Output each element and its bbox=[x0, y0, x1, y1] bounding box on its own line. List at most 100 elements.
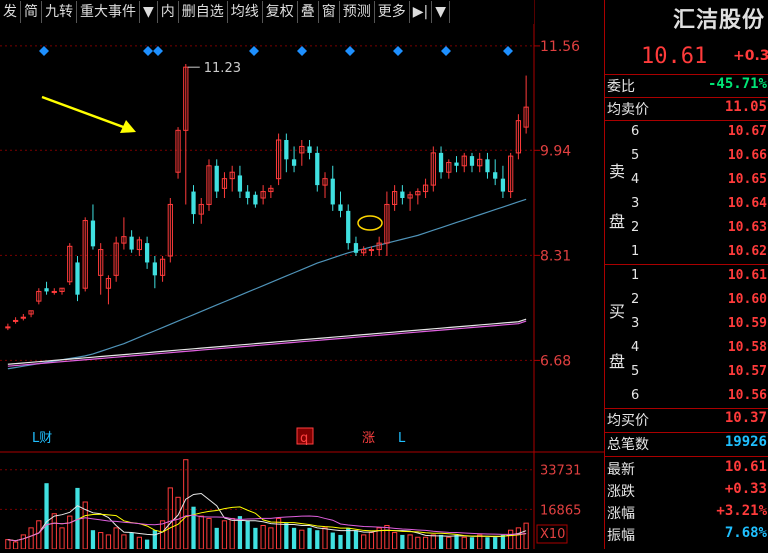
sell-price-4[interactable]: 10.65 bbox=[728, 172, 767, 187]
candle-body bbox=[438, 152, 444, 173]
volume-bar bbox=[307, 527, 312, 549]
toolbar-item-6[interactable]: 删自选 bbox=[179, 1, 228, 23]
volume-bar bbox=[44, 483, 49, 549]
buy-level-1: 1 bbox=[631, 268, 640, 283]
weibi-value: -45.71% bbox=[707, 76, 767, 92]
kline-svg[interactable]: 11.56 9.94 8.31 6.68 11.23 L财 q 涨 L 33731 16865 X10 bbox=[0, 0, 604, 550]
toolbar-item-1[interactable]: 简 bbox=[21, 1, 42, 23]
total-trades-row: 总笔数 19926 bbox=[605, 434, 768, 456]
volume-bar bbox=[353, 530, 359, 549]
event-diamond-icon bbox=[345, 46, 355, 56]
kline-chart[interactable]: 11.56 9.94 8.31 6.68 11.23 L财 q 涨 L 33731 16865 X10 bbox=[0, 0, 604, 550]
toolbar-item-11[interactable]: 预测 bbox=[340, 1, 375, 23]
stock-name: 汇洁股份 bbox=[672, 8, 765, 33]
toolbar-item-2[interactable]: 九转 bbox=[42, 1, 77, 23]
buy-price-5[interactable]: 10.57 bbox=[728, 364, 767, 379]
sell-price-2[interactable]: 10.63 bbox=[728, 220, 767, 235]
quote-panel: 汇洁股份 10.61 +0.3 委比 -45.71% 均卖价 11.05 卖 盘… bbox=[604, 0, 768, 549]
candle-body bbox=[454, 162, 459, 166]
volume-bar bbox=[206, 517, 212, 550]
pct-value: +3.21% bbox=[716, 503, 767, 519]
candle-body bbox=[307, 146, 312, 153]
buy-price-6[interactable]: 10.56 bbox=[728, 388, 767, 403]
price-tick-label: 8.31 bbox=[540, 248, 571, 264]
toolbar-item-10[interactable]: 窗 bbox=[319, 1, 340, 23]
sell-price-6[interactable]: 10.67 bbox=[728, 124, 767, 139]
volume-bar bbox=[461, 536, 467, 550]
volume-bar bbox=[291, 527, 297, 549]
latest-row: 最新 10.61 bbox=[605, 459, 768, 481]
price-tick-label: 6.68 bbox=[540, 353, 571, 369]
total-trades-label: 总笔数 bbox=[607, 437, 649, 453]
volume-bar bbox=[438, 534, 444, 549]
volume-bar bbox=[493, 537, 498, 549]
volume-bar bbox=[98, 532, 104, 550]
volume-bar bbox=[430, 534, 436, 550]
sell-level-1: 1 bbox=[631, 244, 640, 259]
event-marker-label: L bbox=[398, 431, 406, 446]
volume-bar bbox=[338, 534, 343, 549]
sell-price-5[interactable]: 10.66 bbox=[728, 148, 767, 163]
candle-body bbox=[291, 159, 297, 166]
buy-price-2[interactable]: 10.60 bbox=[728, 292, 767, 307]
buy-level-4: 4 bbox=[631, 340, 640, 355]
weibi-label: 委比 bbox=[607, 79, 635, 95]
pct-label: 涨幅 bbox=[607, 506, 635, 522]
volume-bar bbox=[245, 520, 250, 549]
divider bbox=[605, 432, 768, 433]
pct-row: 涨幅 +3.21% bbox=[605, 503, 768, 525]
buy-price-3[interactable]: 10.59 bbox=[728, 316, 767, 331]
volume-bar bbox=[284, 523, 289, 549]
volume-bar bbox=[454, 534, 459, 549]
sell-level-5: 5 bbox=[631, 148, 640, 163]
event-diamond-icon bbox=[153, 46, 163, 56]
sell-level-2: 2 bbox=[631, 220, 640, 235]
volume-bar bbox=[12, 541, 19, 550]
ma-line-white bbox=[7, 318, 527, 365]
toolbar-item-13[interactable]: ▶| bbox=[410, 1, 433, 23]
buy-price-4[interactable]: 10.58 bbox=[728, 340, 767, 355]
stock-price: 10.61 bbox=[641, 44, 708, 69]
volume-bar bbox=[275, 517, 282, 550]
volume-bar bbox=[515, 527, 522, 550]
toolbar-item-7[interactable]: 均线 bbox=[228, 1, 263, 23]
volume-bar bbox=[214, 527, 219, 549]
candle-body bbox=[330, 178, 335, 205]
buy-price-1[interactable]: 10.61 bbox=[728, 268, 767, 283]
sell-level-4: 4 bbox=[631, 172, 640, 187]
sell-price-3[interactable]: 10.64 bbox=[728, 196, 767, 211]
candle-body bbox=[75, 262, 80, 295]
divider bbox=[605, 120, 768, 121]
sell-level-6: 6 bbox=[631, 124, 640, 139]
candle-body bbox=[214, 165, 219, 192]
toolbar: 发简九转 重大事件 ▼ 内删自选 均线 复权叠窗预测 更多 ▶| ▼ bbox=[0, 0, 534, 24]
candle-body bbox=[152, 262, 157, 276]
toolbar-item-9[interactable]: 叠 bbox=[298, 1, 319, 23]
candle-body bbox=[245, 191, 250, 198]
arrow-shaft bbox=[41, 95, 127, 130]
volume-bar bbox=[237, 516, 243, 549]
toolbar-item-5[interactable]: 内 bbox=[158, 1, 179, 23]
volume-bar bbox=[167, 487, 173, 550]
volume-bar bbox=[105, 534, 112, 550]
candle-body bbox=[191, 191, 196, 215]
candle-body bbox=[400, 191, 405, 198]
candle-body bbox=[90, 220, 96, 247]
toolbar-item-3[interactable]: 重大事件 bbox=[77, 1, 140, 23]
candle-body bbox=[338, 204, 343, 211]
volume-bar bbox=[477, 534, 483, 550]
divider bbox=[605, 408, 768, 409]
toolbar-item-12[interactable]: 更多 bbox=[375, 1, 410, 23]
volume-bar bbox=[485, 537, 490, 549]
toolbar-item-14[interactable]: ▼ bbox=[432, 1, 451, 23]
toolbar-item-0[interactable]: 发 bbox=[0, 1, 21, 23]
volume-bar bbox=[368, 532, 375, 550]
sell-price-1[interactable]: 10.62 bbox=[728, 244, 767, 259]
candle-body bbox=[44, 288, 49, 292]
toolbar-item-8[interactable]: 复权 bbox=[263, 1, 298, 23]
volume-bar bbox=[415, 536, 421, 550]
toolbar-item-4[interactable]: ▼ bbox=[140, 1, 158, 23]
buy-label-2: 盘 bbox=[609, 352, 626, 371]
volume-bar bbox=[253, 527, 258, 549]
candle-body bbox=[485, 159, 490, 173]
